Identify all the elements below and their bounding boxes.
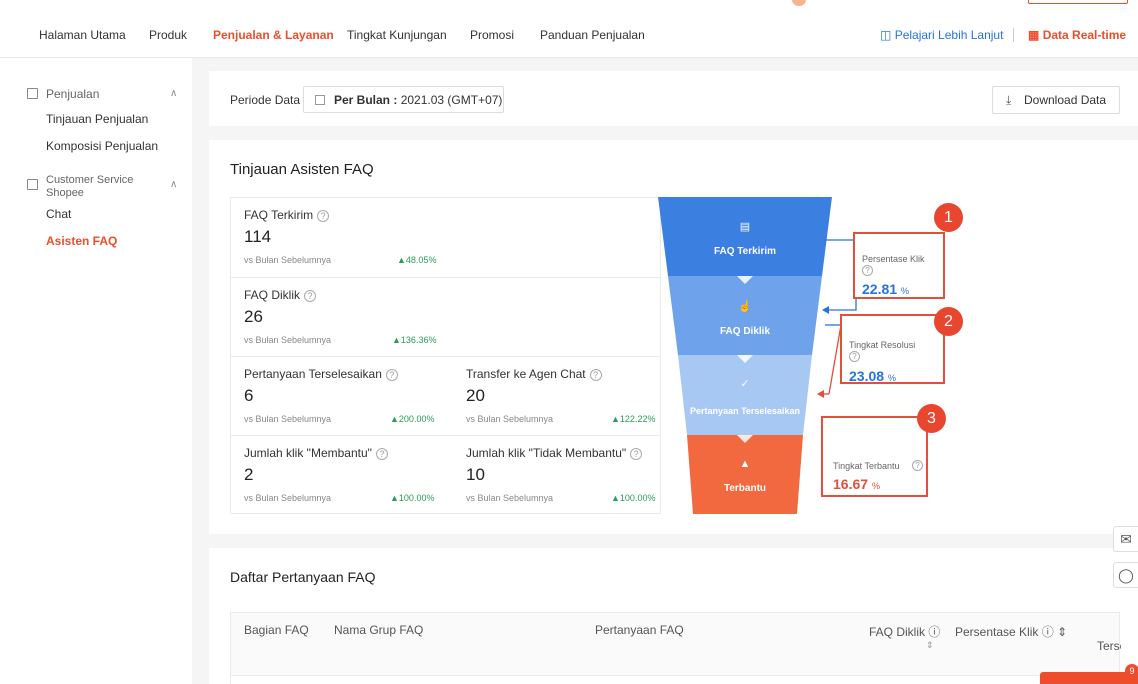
arrow-connector-1 <box>824 239 857 311</box>
faq-overview-card: Tinjauan Asisten FAQ FAQ Terkirim? 114 v… <box>209 140 1138 534</box>
rate-value: 16.67 % <box>833 476 880 492</box>
download-label: Download Data <box>1024 93 1107 107</box>
sales-icon <box>27 88 38 99</box>
rate-value: 22.81 % <box>862 281 909 297</box>
rate-label: Tingkat Terbantu <box>833 461 900 471</box>
column-faq-section[interactable]: Bagian FAQ <box>244 623 309 637</box>
funnel-segment-faq-clicked <box>668 276 822 355</box>
main-navigation: Halaman Utama Produk Penjualan & Layanan… <box>0 12 1138 58</box>
nav-item-promotion[interactable]: Promosi <box>470 28 514 42</box>
calendar-icon <box>315 95 325 105</box>
column-click-percentage[interactable]: Persentase Klik ⓘ ⇕ <box>955 623 1067 640</box>
chat-button[interactable] <box>1040 672 1138 684</box>
rate-box-helped: Tingkat Terbantu ? 16.67 % <box>821 416 928 497</box>
period-date: 2021.03 (GMT+07) <box>400 93 503 107</box>
funnel-label-faq-clicked: FAQ Diklik <box>719 326 770 337</box>
nav-item-sales-service[interactable]: Penjualan & Layanan <box>213 28 334 42</box>
header-avatar[interactable] <box>792 0 806 6</box>
rate-label: Persentase Klik <box>862 254 925 264</box>
rate-unit: % <box>871 481 880 491</box>
header-search-box[interactable] <box>1028 0 1128 4</box>
check-icon: ✓ <box>740 378 750 390</box>
thumbs-up-icon: ▲ <box>739 458 751 470</box>
callout-badge-1: 1 <box>934 203 963 232</box>
chat-notification-badge: 9 <box>1125 664 1138 678</box>
sort-icon[interactable]: ⇕ <box>926 640 934 651</box>
column-label: FAQ Diklik <box>869 625 926 639</box>
period-picker[interactable]: Per Bulan : 2021.03 (GMT+07) <box>303 86 504 113</box>
help-icon[interactable]: ? <box>849 351 860 362</box>
rate-unit: % <box>887 373 896 383</box>
column-resolved-partial[interactable]: Terse <box>1097 639 1121 653</box>
callout-badge-2: 2 <box>934 307 963 336</box>
sidebar-item-faq-assistant[interactable]: Asisten FAQ <box>46 234 117 248</box>
period-label: Periode Data <box>230 93 301 107</box>
help-icon[interactable]: ? <box>912 460 923 471</box>
nav-item-products[interactable]: Produk <box>149 28 187 42</box>
column-faq-clicked[interactable]: FAQ Diklik ⓘ <box>869 623 940 640</box>
message-icon[interactable]: ✉ <box>1113 526 1138 552</box>
rate-number: 23.08 <box>849 368 885 384</box>
callout-badge-3: 3 <box>917 404 946 433</box>
realtime-data-link[interactable]: ▦ Data Real-time <box>1028 28 1126 42</box>
learn-more-label: Pelajari Lebih Lanjut <box>894 28 1004 42</box>
rate-value: 23.08 % <box>849 368 896 384</box>
nav-divider <box>1013 28 1014 42</box>
learn-more-link[interactable]: ◫ Pelajari Lebih Lanjut <box>880 28 1003 42</box>
funnel-label-resolved: Pertanyaan Terselesaikan <box>690 406 800 416</box>
trend-chart-icon: ▦ <box>1028 28 1040 42</box>
funnel-segment-resolved <box>678 355 812 435</box>
funnel-label-helped: Terbantu <box>723 483 767 494</box>
rate-box-click-percentage: Persentase Klik ? 22.81 % <box>853 232 945 299</box>
chat-bubble-icon: ▤ <box>739 221 751 233</box>
pointer-hand-icon: ☝ <box>738 301 752 313</box>
download-icon: ⤓ <box>1006 93 1012 107</box>
funnel-segment-faq-sent <box>658 197 832 276</box>
period-mode: Per Bulan : <box>334 93 398 107</box>
funnel-segment-helped <box>687 435 803 514</box>
faq-funnel-chart <box>658 197 857 514</box>
column-label: Persentase Klik <box>955 625 1039 639</box>
column-faq-question[interactable]: Pertanyaan FAQ <box>595 623 684 637</box>
help-icon[interactable]: ⓘ <box>928 625 940 639</box>
customer-service-icon <box>27 179 38 190</box>
sidebar: Penjualan ∧ Tinjauan Penjualan Komposisi… <box>0 58 192 684</box>
rate-unit: % <box>900 286 909 296</box>
period-value: Per Bulan : 2021.03 (GMT+07) <box>334 93 502 107</box>
faq-list-card: Daftar Pertanyaan FAQ Bagian FAQ Nama Gr… <box>209 548 1138 684</box>
sort-icon[interactable]: ⇕ <box>1057 625 1067 639</box>
faq-table-header: Bagian FAQ Nama Grup FAQ Pertanyaan FAQ … <box>230 612 1121 676</box>
column-faq-group-name[interactable]: Nama Grup FAQ <box>334 623 423 637</box>
sidebar-item-chat[interactable]: Chat <box>46 207 71 221</box>
sidebar-group-customer-service-line2[interactable]: Shopee <box>46 187 84 199</box>
arrow-head <box>822 306 829 314</box>
top-header-strip <box>0 0 1138 12</box>
sidebar-item-sales-overview[interactable]: Tinjauan Penjualan <box>46 112 148 126</box>
nav-item-sales-guide[interactable]: Panduan Penjualan <box>540 28 645 42</box>
sidebar-item-sales-composition[interactable]: Komposisi Penjualan <box>46 139 158 153</box>
nav-item-traffic[interactable]: Tingkat Kunjungan <box>347 28 447 42</box>
chevron-up-icon[interactable]: ∧ <box>170 179 177 190</box>
help-icon[interactable]: ? <box>862 265 873 276</box>
support-headset-icon[interactable]: ◯ <box>1113 562 1138 588</box>
rate-number: 16.67 <box>833 476 869 492</box>
chevron-up-icon[interactable]: ∧ <box>170 88 177 99</box>
table-row[interactable] <box>230 676 1120 684</box>
funnel-label-faq-sent: FAQ Terkirim <box>713 246 777 257</box>
book-icon: ◫ <box>880 28 892 42</box>
sidebar-group-sales[interactable]: Penjualan <box>46 87 99 101</box>
faq-list-title: Daftar Pertanyaan FAQ <box>230 569 376 585</box>
help-icon[interactable]: ⓘ <box>1042 625 1054 639</box>
rate-number: 22.81 <box>862 281 898 297</box>
nav-item-home[interactable]: Halaman Utama <box>39 28 126 42</box>
rate-label: Tingkat Resolusi <box>849 340 916 350</box>
sidebar-group-customer-service[interactable]: Customer Service <box>46 174 133 186</box>
download-data-button[interactable]: ⤓ Download Data <box>992 86 1120 114</box>
rate-box-resolution: Tingkat Resolusi ? 23.08 % <box>840 314 945 384</box>
period-card: Periode Data Per Bulan : 2021.03 (GMT+07… <box>209 71 1138 126</box>
realtime-label: Data Real-time <box>1042 28 1127 42</box>
arrow-head <box>817 390 824 398</box>
